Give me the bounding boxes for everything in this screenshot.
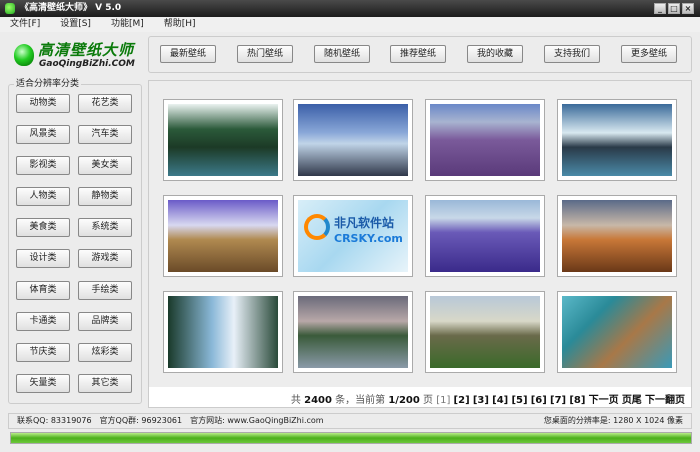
toolbar-button[interactable]: 更多壁纸 [621,45,677,63]
wallpaper-thumbnail-lupine-field[interactable] [425,195,545,277]
thumbnail-image [562,296,672,368]
page-link[interactable]: [5] [511,395,527,406]
category-button[interactable]: 静物类 [78,187,132,206]
category-button[interactable]: 节庆类 [16,343,70,362]
pagination: 共 2400 条，当前第 1/200 页 [1] [2] [3] [4] [5]… [291,391,685,406]
last-page-link[interactable]: 页尾 [622,395,642,406]
contact-qq: 联系QQ: 83319076 [17,416,92,425]
page-link[interactable]: [2] [454,395,470,406]
title-bar: 《高清壁纸大师》 V 5.0 _ □ × [0,0,700,17]
progress-bar [10,432,692,444]
category-button[interactable]: 手绘类 [78,281,132,300]
app-icon [5,3,15,14]
category-button[interactable]: 花艺类 [78,94,132,113]
official-site[interactable]: 官方网站: www.GaoQingBiZhi.com [190,416,323,425]
category-button[interactable]: 动物类 [16,94,70,113]
category-button[interactable]: 汽车类 [78,125,132,144]
wallpaper-thumbnail-waterfall[interactable] [163,291,283,373]
thumbnail-image [298,104,408,176]
logo: 高清壁纸大师 GaoQingBiZhi.COM [12,38,142,74]
pager-label: 共 [290,395,301,406]
category-button[interactable]: 影视类 [16,156,70,175]
wallpaper-thumbnail-snowy-field[interactable] [163,195,283,277]
logo-text-cn: 高清壁纸大师 [38,41,135,59]
thumbnail-image [168,104,278,176]
menu-bar: 文件[F] 设置[S] 功能[M] 帮助[H] [0,17,700,32]
wallpaper-thumbnail-ocean-waves[interactable] [557,99,677,181]
wallpaper-thumbnail-desert-mesa[interactable] [557,195,677,277]
total-count: 2400 [304,395,332,406]
category-button[interactable]: 炫彩类 [78,343,132,362]
next-page-link[interactable]: 下一页 [589,395,619,406]
toolbar-button[interactable]: 支持我们 [544,45,600,63]
wallpaper-thumbnail-crsky-watermark[interactable]: 非凡软件站 CRSKY.com [293,195,413,277]
resolution-info: 您桌面的分辨率是: 1280 X 1024 像素 [543,416,683,425]
wallpaper-panel: 非凡软件站 CRSKY.com 共 2400 条，当前第 1/200 页 [1] … [148,80,692,408]
toolbar-button[interactable]: 最新壁纸 [160,45,216,63]
page-link[interactable]: [8] [569,395,585,406]
category-button[interactable]: 体育类 [16,281,70,300]
window-title: 《高清壁纸大师》 V 5.0 [20,3,122,13]
close-button[interactable]: × [682,3,694,14]
wallpaper-thumbnail-river-delta[interactable] [557,291,677,373]
menu-functions[interactable]: 功能[M] [101,17,154,32]
watermark-logo [304,214,330,240]
toolbar-button[interactable]: 随机壁纸 [314,45,370,63]
category-button[interactable]: 人物类 [16,187,70,206]
thumbnail-image [430,104,540,176]
wallpaper-thumbnail-mountain-lake[interactable] [293,291,413,373]
qq-group: 官方QQ群: 96923061 [99,416,183,425]
thumbnail-image [562,104,672,176]
pager-label: 页 [423,395,433,406]
menu-help[interactable]: 帮助[H] [154,17,206,32]
page-link-current: [1] [436,395,451,406]
thumbnail-image [430,200,540,272]
page-link[interactable]: [3] [473,395,489,406]
thumbnail-image [168,296,278,368]
category-button[interactable]: 游戏类 [78,249,132,268]
progress-fill [11,433,691,443]
toolbar: 最新壁纸 热门壁纸 随机壁纸 推荐壁纸 我的收藏 支持我们 更多壁纸 [148,36,692,73]
watermark-text-cn: 非凡软件站 [334,216,395,230]
menu-file[interactable]: 文件[F] [0,17,50,32]
next-group-link[interactable]: 下一翻页 [645,395,685,406]
thumbnail-gallery: 非凡软件站 CRSKY.com [149,81,691,387]
pager-label: 条，当前第 [335,395,386,406]
wallpaper-thumbnail-canoe-lake[interactable] [293,99,413,181]
category-button[interactable]: 美食类 [16,218,70,237]
category-group-label: 适合分辨率分类 [14,76,82,89]
category-button[interactable]: 卡通类 [16,312,70,331]
wallpaper-thumbnail-lone-tree[interactable] [425,291,545,373]
menu-settings[interactable]: 设置[S] [50,17,101,32]
category-button[interactable]: 风景类 [16,125,70,144]
status-bar: 联系QQ: 83319076 官方QQ群: 96923061 官方网站: www.G… [8,413,692,429]
page-indicator: 1/200 [388,395,420,406]
logo-text-en: GaoQingBiZhi.COM [39,59,135,69]
thumbnail-image [298,296,408,368]
minimize-button[interactable]: _ [654,3,666,14]
wallpaper-thumbnail-tropical-lagoon[interactable] [163,99,283,181]
category-button[interactable]: 系统类 [78,218,132,237]
category-button[interactable]: 其它类 [78,374,132,393]
apple-logo-icon [14,44,34,66]
toolbar-button[interactable]: 推荐壁纸 [390,45,446,63]
maximize-button[interactable]: □ [668,3,680,14]
thumbnail-image [562,200,672,272]
thumbnail-image [430,296,540,368]
page-link[interactable]: [6] [531,395,547,406]
watermark-text-en: CRSKY.com [334,232,403,245]
toolbar-button[interactable]: 热门壁纸 [237,45,293,63]
page-link[interactable]: [4] [492,395,508,406]
category-button[interactable]: 品牌类 [78,312,132,331]
thumbnail-image [168,200,278,272]
toolbar-button[interactable]: 我的收藏 [467,45,523,63]
category-button[interactable]: 矢量类 [16,374,70,393]
thumbnail-image: 非凡软件站 CRSKY.com [298,200,408,272]
category-button[interactable]: 设计类 [16,249,70,268]
wallpaper-thumbnail-lavender-tree[interactable] [425,99,545,181]
page-link[interactable]: [7] [550,395,566,406]
category-button[interactable]: 美女类 [78,156,132,175]
